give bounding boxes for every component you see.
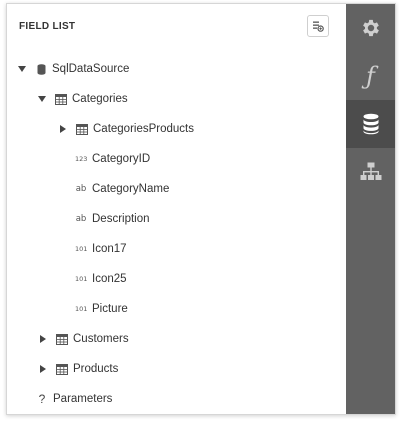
gear-icon	[362, 19, 379, 37]
tree-node-label: Customers	[73, 333, 129, 345]
binary-type-icon: 101	[75, 245, 88, 253]
table-icon	[56, 363, 68, 375]
tree-node-label: Products	[73, 363, 119, 375]
tree-field-icon17[interactable]: 101 Icon17	[75, 239, 127, 259]
tab-sidebar: ƒ	[346, 4, 395, 414]
tree-field-description[interactable]: ab Description	[75, 209, 150, 229]
tab-report-explorer[interactable]	[346, 148, 395, 196]
field-label: Icon17	[92, 243, 127, 255]
add-calculated-field-icon	[313, 21, 324, 32]
collapsed-arrow-icon[interactable]	[58, 124, 68, 134]
tree-node-sqldatasource[interactable]: SqlDataSource	[17, 59, 129, 79]
expanded-arrow-icon[interactable]	[37, 94, 47, 104]
parameters-icon: ?	[38, 392, 46, 406]
tree-field-categoryid[interactable]: 123 CategoryID	[75, 149, 150, 169]
tree-field-picture[interactable]: 101 Picture	[75, 299, 128, 319]
collapsed-arrow-icon[interactable]	[38, 364, 48, 374]
tree-field-categoryname[interactable]: ab CategoryName	[75, 179, 170, 199]
tree-node-label: Parameters	[53, 393, 113, 405]
number-type-icon: 123	[75, 155, 88, 163]
string-type-icon: ab	[75, 184, 87, 194]
expanded-arrow-icon[interactable]	[17, 64, 27, 74]
field-label: Description	[92, 213, 150, 225]
function-icon: ƒ	[366, 62, 375, 90]
table-icon	[56, 333, 68, 345]
datasource-icon	[35, 63, 47, 75]
add-calculated-field-button[interactable]	[307, 15, 329, 37]
field-label: Icon25	[92, 273, 127, 285]
tree-node-label: Categories	[72, 93, 128, 105]
binary-type-icon: 101	[75, 305, 88, 313]
tree-node-products[interactable]: Products	[38, 359, 118, 379]
field-label: Picture	[92, 303, 128, 315]
tree-node-parameters[interactable]: ? Parameters	[37, 389, 113, 409]
database-icon	[363, 113, 378, 135]
binary-type-icon: 101	[75, 275, 88, 283]
tree-node-categoriesproducts[interactable]: CategoriesProducts	[58, 119, 194, 139]
panel-title: FIELD LIST	[19, 21, 76, 32]
field-label: CategoryName	[92, 183, 170, 195]
tree-node-label: CategoriesProducts	[93, 123, 194, 135]
report-explorer-icon	[360, 162, 381, 180]
collapsed-arrow-icon[interactable]	[38, 334, 48, 344]
tab-expressions[interactable]: ƒ	[346, 52, 395, 100]
tree-node-categories[interactable]: Categories	[37, 89, 128, 109]
string-type-icon: ab	[75, 214, 87, 224]
tab-field-list[interactable]	[346, 100, 395, 148]
field-label: CategoryID	[92, 153, 151, 165]
table-icon	[76, 123, 88, 135]
field-list-content: FIELD LIST SqlDataSource Categories Cate…	[7, 4, 346, 414]
tree-node-customers[interactable]: Customers	[38, 329, 129, 349]
tree-field-icon25[interactable]: 101 Icon25	[75, 269, 127, 289]
table-icon	[55, 93, 67, 105]
tab-properties[interactable]	[346, 4, 395, 52]
tree-node-label: SqlDataSource	[52, 63, 130, 75]
field-list-panel: FIELD LIST SqlDataSource Categories Cate…	[6, 3, 396, 415]
